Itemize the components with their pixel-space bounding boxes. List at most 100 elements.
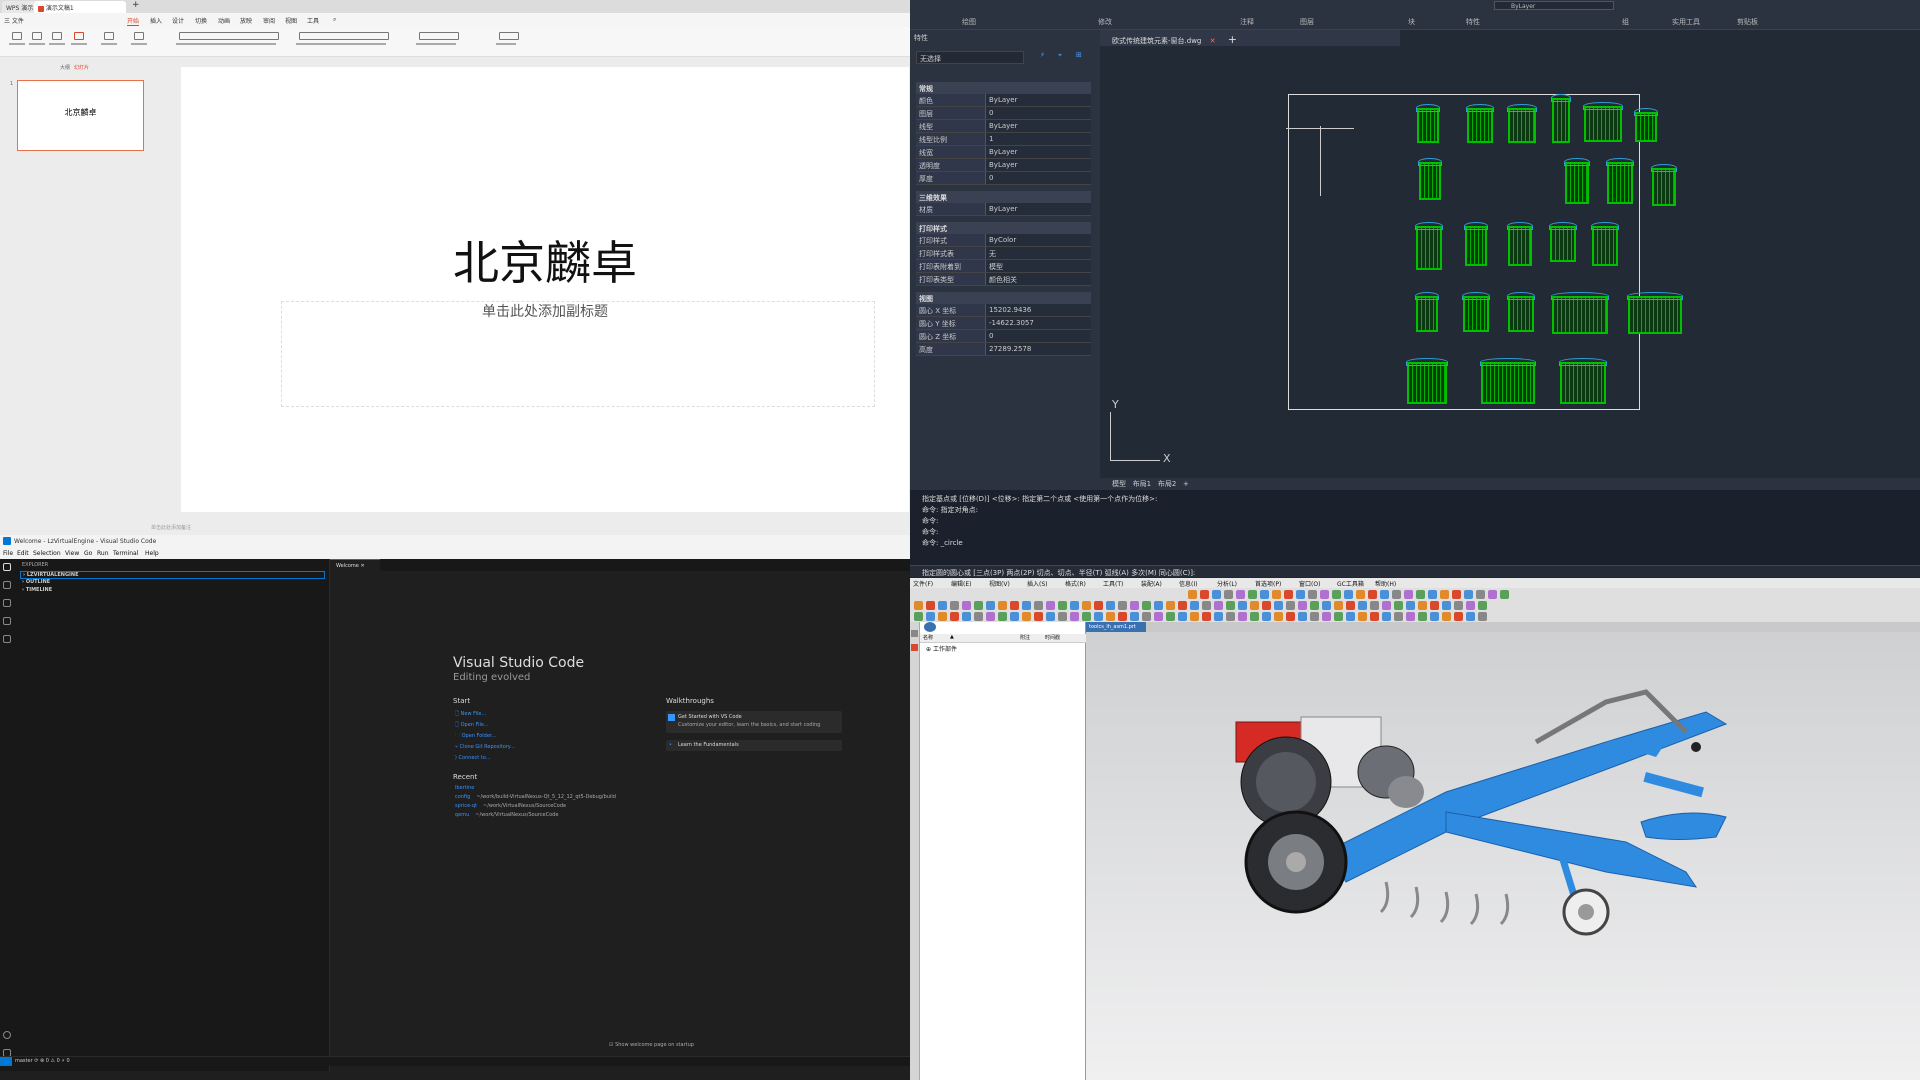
ribbon-properties[interactable]: 特性 bbox=[1466, 17, 1480, 27]
toolbar-icon[interactable] bbox=[1308, 590, 1317, 599]
toolbar-icon[interactable] bbox=[1500, 590, 1509, 599]
toolbar-icon[interactable] bbox=[1466, 601, 1475, 610]
header-timestamp[interactable]: 时间戳 bbox=[1045, 634, 1060, 641]
menu-file[interactable]: File bbox=[3, 550, 13, 557]
tree-root[interactable]: › LZVIRTUALENGINE bbox=[20, 571, 325, 579]
outline-tab[interactable]: 大纲 bbox=[60, 64, 70, 71]
nx-menu-item[interactable]: 装配(A) bbox=[1141, 579, 1162, 588]
prop-value[interactable]: 0 bbox=[986, 172, 1091, 184]
window-drawing[interactable] bbox=[1415, 222, 1443, 270]
toolbar-icon[interactable] bbox=[1094, 601, 1103, 610]
explorer-icon[interactable] bbox=[3, 563, 11, 571]
menu-design[interactable]: 设计 bbox=[172, 16, 184, 25]
toolbar-icon[interactable] bbox=[1106, 612, 1115, 621]
slide-canvas[interactable]: 北京麟卓 单击此处添加副标题 bbox=[181, 67, 909, 512]
toolbar-icon[interactable] bbox=[1476, 590, 1485, 599]
window-drawing[interactable] bbox=[1418, 158, 1442, 200]
nx-menu-item[interactable]: 文件(F) bbox=[913, 579, 933, 588]
toolbar-icon[interactable] bbox=[974, 612, 983, 621]
prop-row[interactable]: 打印样式表无 bbox=[916, 247, 1091, 260]
toolbar-icon[interactable] bbox=[1298, 601, 1307, 610]
toolbar-icon[interactable] bbox=[1442, 601, 1451, 610]
prop-row[interactable]: 图层 0 bbox=[916, 107, 1091, 120]
toolbar-icon[interactable] bbox=[1200, 590, 1209, 599]
toolbar-icon[interactable] bbox=[1344, 590, 1353, 599]
tab-model[interactable]: 模型 bbox=[1112, 480, 1126, 488]
toolbar-icon[interactable] bbox=[1094, 612, 1103, 621]
nx-menu-item[interactable]: 插入(S) bbox=[1027, 579, 1048, 588]
run-debug-icon[interactable] bbox=[3, 617, 11, 625]
menu-terminal[interactable]: Terminal bbox=[113, 550, 138, 557]
prop-row[interactable]: 透明度 ByLayer bbox=[916, 159, 1091, 172]
toolbar-icon[interactable] bbox=[926, 601, 935, 610]
window-drawing[interactable] bbox=[1606, 158, 1634, 204]
paste-icon[interactable] bbox=[8, 31, 26, 51]
ribbon-block[interactable]: 块 bbox=[1408, 17, 1415, 27]
toolbar-icon[interactable] bbox=[1202, 612, 1211, 621]
toolbar-icon[interactable] bbox=[1346, 601, 1355, 610]
toolbar-icon[interactable] bbox=[1382, 601, 1391, 610]
reset-icon[interactable] bbox=[130, 31, 148, 51]
tab-welcome[interactable]: Welcome ✕ bbox=[330, 559, 380, 571]
ribbon-layers[interactable]: 图层 bbox=[1300, 17, 1314, 27]
recent-item[interactable]: qemu ~/work/VirtualNexus/SourceCode bbox=[455, 812, 558, 818]
extensions-icon[interactable] bbox=[3, 635, 11, 643]
toolbar-icon[interactable] bbox=[1250, 612, 1259, 621]
part-file-tab[interactable]: toolcs_lh_asm1.prt bbox=[1086, 622, 1146, 632]
toolbar-icon[interactable] bbox=[1452, 590, 1461, 599]
prop-value[interactable]: ByLayer bbox=[986, 94, 1091, 106]
menu-transition[interactable]: 切换 bbox=[195, 16, 207, 25]
toolbar-icon[interactable] bbox=[998, 601, 1007, 610]
toolbar-icon[interactable] bbox=[1322, 612, 1331, 621]
toolbar-icon[interactable] bbox=[1166, 612, 1175, 621]
toolbar-icon[interactable] bbox=[1070, 612, 1079, 621]
prop-value[interactable]: -14622.3057 bbox=[986, 317, 1091, 329]
walkthrough-get-started[interactable]: Get Started with VS Code Customize your … bbox=[666, 711, 842, 733]
window-drawing[interactable] bbox=[1507, 104, 1537, 143]
toolbar-icon[interactable] bbox=[1416, 590, 1425, 599]
toolbar-icon[interactable] bbox=[938, 612, 947, 621]
ribbon-clipboard[interactable]: 剪贴板 bbox=[1737, 17, 1758, 27]
menu-review[interactable]: 审阅 bbox=[263, 16, 275, 25]
prop-row[interactable]: 线宽 ByLayer bbox=[916, 146, 1091, 159]
nx-menu-item[interactable]: 工具(T) bbox=[1103, 579, 1123, 588]
prop-value[interactable]: 15202.9436 bbox=[986, 304, 1091, 316]
prop-section-header[interactable]: 常规 bbox=[916, 82, 1091, 94]
nx-menu-item[interactable]: 首选项(P) bbox=[1255, 579, 1281, 588]
toolbar-icon[interactable] bbox=[1188, 590, 1197, 599]
window-drawing[interactable] bbox=[1651, 164, 1677, 206]
toolbar-icon[interactable] bbox=[1214, 612, 1223, 621]
notes-placeholder[interactable]: 单击此处添加备注 bbox=[147, 520, 910, 535]
toolbar-icon[interactable] bbox=[986, 612, 995, 621]
search-icon[interactable] bbox=[3, 581, 11, 589]
toolbar-icon[interactable] bbox=[1058, 612, 1067, 621]
open-file-link[interactable]: 🗋 Open File... bbox=[455, 722, 489, 730]
toolbar-icon[interactable] bbox=[1440, 590, 1449, 599]
toolbar-icon[interactable] bbox=[1154, 612, 1163, 621]
toolbar-icon[interactable] bbox=[1082, 601, 1091, 610]
selection-dropdown[interactable]: 无选择 bbox=[916, 51, 1024, 64]
source-control-icon[interactable] bbox=[3, 599, 11, 607]
prop-value[interactable]: 0 bbox=[986, 107, 1091, 119]
subtitle-box[interactable] bbox=[281, 301, 875, 407]
walkthrough-fundamentals[interactable]: • Learn the Fundamentals bbox=[666, 740, 842, 751]
prop-value[interactable]: 颜色相关 bbox=[986, 273, 1091, 285]
clone-repo-link[interactable]: ⑂ Clone Git Repository... bbox=[455, 744, 515, 750]
assembly-nav-icon[interactable] bbox=[911, 630, 918, 637]
nx-menu-item[interactable]: 帮助(H) bbox=[1375, 579, 1396, 588]
nx-menu-item[interactable]: 分析(L) bbox=[1217, 579, 1237, 588]
window-drawing[interactable] bbox=[1507, 222, 1533, 266]
toolbar-icon[interactable] bbox=[1118, 612, 1127, 621]
prop-value[interactable]: ByColor bbox=[986, 234, 1091, 246]
toolbar-icon[interactable] bbox=[1250, 601, 1259, 610]
prop-row[interactable]: 厚度 0 bbox=[916, 172, 1091, 185]
toolbar-icon[interactable] bbox=[1478, 601, 1487, 610]
header-note[interactable]: 附注 bbox=[1020, 634, 1030, 641]
search-icon[interactable]: ⌕ bbox=[333, 16, 336, 24]
toolbar-icon[interactable] bbox=[1046, 612, 1055, 621]
toolbar-icon[interactable] bbox=[1142, 601, 1151, 610]
recent-item[interactable]: config ~/work/build-VirtualNexus-Qt_5_12_… bbox=[455, 794, 616, 800]
toolbar-icon[interactable] bbox=[1346, 612, 1355, 621]
toolbar-icon[interactable] bbox=[1010, 601, 1019, 610]
prop-section-header[interactable]: 三维效果 bbox=[916, 191, 1091, 203]
